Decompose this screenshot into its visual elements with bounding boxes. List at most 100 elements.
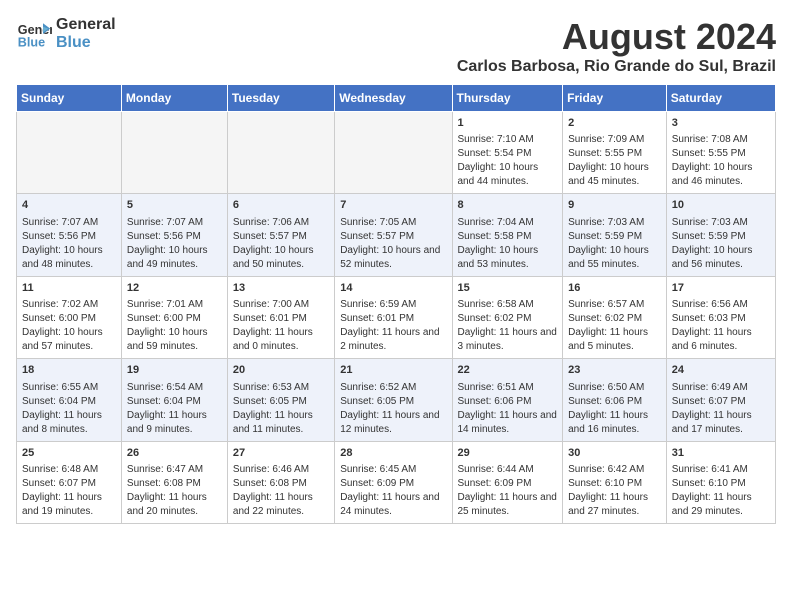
day-number: 28 <box>340 446 446 461</box>
day-number: 14 <box>340 281 446 296</box>
logo-line1: General <box>56 16 116 34</box>
day-info: Sunrise: 6:41 AMSunset: 6:10 PMDaylight:… <box>672 463 770 519</box>
calendar-cell: 9Sunrise: 7:03 AMSunset: 5:59 PMDaylight… <box>563 194 667 276</box>
calendar-cell: 16 Sunrise: 6:57 AMSunset: 6:02 PMDayligh… <box>563 276 667 358</box>
calendar-cell: 8 Sunrise: 7:04 AMSunset: 5:58 PMDaylight… <box>452 194 563 276</box>
day-info: Sunrise: 6:49 AMSunset: 6:07 PMDaylight:… <box>672 381 770 437</box>
day-number: 31 <box>672 446 770 461</box>
day-info: Sunrise: 7:04 AMSunset: 5:58 PMDaylight:… <box>458 216 558 272</box>
day-info: Sunrise: 6:59 AMSunset: 6:01 PMDaylight:… <box>340 298 446 354</box>
day-info: Sunrise: 7:03 AMSunset: 5:59 PMDaylight:… <box>672 216 770 272</box>
day-info: Sunrise: 7:08 AMSunset: 5:55 PMDaylight:… <box>672 133 770 189</box>
weekday-header: Tuesday <box>227 85 334 112</box>
day-number: 23 <box>568 363 661 378</box>
calendar-cell: 19 Sunrise: 6:54 AMSunset: 6:04 PMDayligh… <box>121 359 227 441</box>
day-number: 26 <box>127 446 222 461</box>
day-number: 1 <box>458 116 558 131</box>
day-number: 11 <box>22 281 116 296</box>
day-info: Sunrise: 6:42 AMSunset: 6:10 PMDaylight:… <box>568 463 661 519</box>
day-number: 15 <box>458 281 558 296</box>
day-number: 6 <box>233 198 329 213</box>
calendar-week-row: 25 Sunrise: 6:48 AMSunset: 6:07 PMDayligh… <box>17 441 776 523</box>
weekday-header-row: SundayMondayTuesdayWednesdayThursdayFrid… <box>17 85 776 112</box>
weekday-header: Wednesday <box>335 85 452 112</box>
calendar-cell: 24Sunrise: 6:49 AMSunset: 6:07 PMDayligh… <box>666 359 775 441</box>
day-info: Sunrise: 7:01 AMSunset: 6:00 PMDaylight:… <box>127 298 222 354</box>
day-number: 29 <box>458 446 558 461</box>
day-info: Sunrise: 6:48 AMSunset: 6:07 PMDaylight:… <box>22 463 116 519</box>
calendar-cell: 14 Sunrise: 6:59 AMSunset: 6:01 PMDayligh… <box>335 276 452 358</box>
calendar-cell: 4 Sunrise: 7:07 AMSunset: 5:56 PMDaylight… <box>17 194 122 276</box>
calendar-cell: 12 Sunrise: 7:01 AMSunset: 6:00 PMDayligh… <box>121 276 227 358</box>
day-number: 13 <box>233 281 329 296</box>
day-info: Sunrise: 6:55 AMSunset: 6:04 PMDaylight:… <box>22 381 116 437</box>
day-number: 19 <box>127 363 222 378</box>
location-title: Carlos Barbosa, Rio Grande do Sul, Brazi… <box>457 58 776 76</box>
calendar-week-row: 18Sunrise: 6:55 AMSunset: 6:04 PMDayligh… <box>17 359 776 441</box>
calendar-cell: 22Sunrise: 6:51 AMSunset: 6:06 PMDayligh… <box>452 359 563 441</box>
day-number: 4 <box>22 198 116 213</box>
page-header: General Blue General Blue August 2024 Ca… <box>16 16 776 76</box>
day-info: Sunrise: 6:44 AMSunset: 6:09 PMDaylight:… <box>458 463 558 519</box>
day-info: Sunrise: 7:10 AMSunset: 5:54 PMDaylight:… <box>458 133 558 189</box>
day-info: Sunrise: 6:57 AMSunset: 6:02 PMDaylight:… <box>568 298 661 354</box>
calendar-cell: 26 Sunrise: 6:47 AMSunset: 6:08 PMDayligh… <box>121 441 227 523</box>
day-info: Sunrise: 6:52 AMSunset: 6:05 PMDaylight:… <box>340 381 446 437</box>
day-info: Sunrise: 6:58 AMSunset: 6:02 PMDaylight:… <box>458 298 558 354</box>
day-number: 5 <box>127 198 222 213</box>
day-number: 2 <box>568 116 661 131</box>
day-info: Sunrise: 7:07 AMSunset: 5:56 PMDaylight:… <box>127 216 222 272</box>
weekday-header: Monday <box>121 85 227 112</box>
calendar-cell: 13 Sunrise: 7:00 AMSunset: 6:01 PMDayligh… <box>227 276 334 358</box>
day-info: Sunrise: 7:00 AMSunset: 6:01 PMDaylight:… <box>233 298 329 354</box>
calendar-cell: 10Sunrise: 7:03 AMSunset: 5:59 PMDayligh… <box>666 194 775 276</box>
day-info: Sunrise: 6:53 AMSunset: 6:05 PMDaylight:… <box>233 381 329 437</box>
svg-text:Blue: Blue <box>18 36 45 50</box>
calendar-week-row: 4 Sunrise: 7:07 AMSunset: 5:56 PMDaylight… <box>17 194 776 276</box>
day-number: 30 <box>568 446 661 461</box>
weekday-header: Thursday <box>452 85 563 112</box>
logo: General Blue General Blue <box>16 16 116 52</box>
month-title: August 2024 <box>457 16 776 58</box>
calendar-cell: 29 Sunrise: 6:44 AMSunset: 6:09 PMDayligh… <box>452 441 563 523</box>
day-info: Sunrise: 6:47 AMSunset: 6:08 PMDaylight:… <box>127 463 222 519</box>
day-number: 12 <box>127 281 222 296</box>
day-info: Sunrise: 6:45 AMSunset: 6:09 PMDaylight:… <box>340 463 446 519</box>
calendar-cell: 7Sunrise: 7:05 AMSunset: 5:57 PMDaylight… <box>335 194 452 276</box>
weekday-header: Sunday <box>17 85 122 112</box>
calendar-cell <box>335 112 452 194</box>
day-number: 20 <box>233 363 329 378</box>
day-info: Sunrise: 6:56 AMSunset: 6:03 PMDaylight:… <box>672 298 770 354</box>
day-info: Sunrise: 7:07 AMSunset: 5:56 PMDaylight:… <box>22 216 116 272</box>
title-area: August 2024 Carlos Barbosa, Rio Grande d… <box>457 16 776 76</box>
calendar-cell <box>121 112 227 194</box>
day-number: 3 <box>672 116 770 131</box>
day-number: 8 <box>458 198 558 213</box>
calendar-cell: 11Sunrise: 7:02 AMSunset: 6:00 PMDayligh… <box>17 276 122 358</box>
calendar-cell: 31 Sunrise: 6:41 AMSunset: 6:10 PMDayligh… <box>666 441 775 523</box>
day-info: Sunrise: 6:54 AMSunset: 6:04 PMDaylight:… <box>127 381 222 437</box>
logo-line2: Blue <box>56 34 116 52</box>
calendar-cell: 27Sunrise: 6:46 AMSunset: 6:08 PMDayligh… <box>227 441 334 523</box>
calendar-week-row: 11Sunrise: 7:02 AMSunset: 6:00 PMDayligh… <box>17 276 776 358</box>
day-info: Sunrise: 7:03 AMSunset: 5:59 PMDaylight:… <box>568 216 661 272</box>
day-info: Sunrise: 6:50 AMSunset: 6:06 PMDaylight:… <box>568 381 661 437</box>
calendar-cell <box>17 112 122 194</box>
calendar-cell: 28 Sunrise: 6:45 AMSunset: 6:09 PMDayligh… <box>335 441 452 523</box>
day-info: Sunrise: 7:09 AMSunset: 5:55 PMDaylight:… <box>568 133 661 189</box>
calendar-cell: 18Sunrise: 6:55 AMSunset: 6:04 PMDayligh… <box>17 359 122 441</box>
calendar-cell: 2 Sunrise: 7:09 AMSunset: 5:55 PMDaylight… <box>563 112 667 194</box>
calendar-cell: 15 Sunrise: 6:58 AMSunset: 6:02 PMDayligh… <box>452 276 563 358</box>
logo-icon: General Blue <box>16 16 52 52</box>
day-number: 22 <box>458 363 558 378</box>
calendar-cell: 3 Sunrise: 7:08 AMSunset: 5:55 PMDaylight… <box>666 112 775 194</box>
calendar-cell: 23 Sunrise: 6:50 AMSunset: 6:06 PMDayligh… <box>563 359 667 441</box>
day-number: 25 <box>22 446 116 461</box>
calendar-cell: 1 Sunrise: 7:10 AMSunset: 5:54 PMDaylight… <box>452 112 563 194</box>
calendar-cell: 30 Sunrise: 6:42 AMSunset: 6:10 PMDayligh… <box>563 441 667 523</box>
day-info: Sunrise: 7:05 AMSunset: 5:57 PMDaylight:… <box>340 216 446 272</box>
day-number: 16 <box>568 281 661 296</box>
calendar-cell: 21Sunrise: 6:52 AMSunset: 6:05 PMDayligh… <box>335 359 452 441</box>
calendar-cell: 5 Sunrise: 7:07 AMSunset: 5:56 PMDaylight… <box>121 194 227 276</box>
calendar-cell: 17Sunrise: 6:56 AMSunset: 6:03 PMDayligh… <box>666 276 775 358</box>
